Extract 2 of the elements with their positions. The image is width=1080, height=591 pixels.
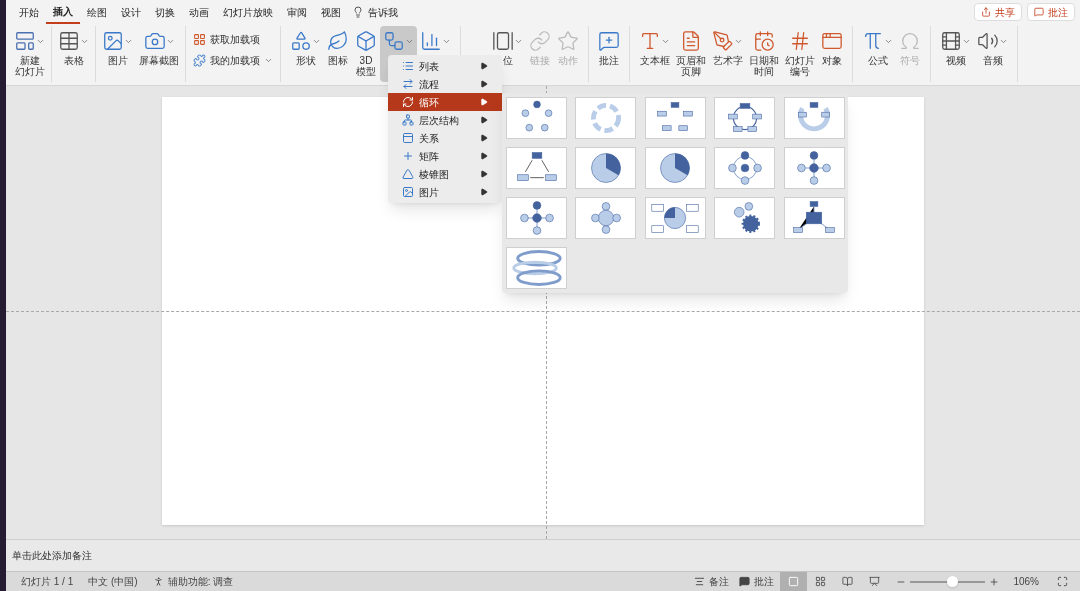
language-label: 中文 (中国): [88, 575, 138, 589]
slide-counter: 幻灯片 1 / 1: [21, 575, 74, 589]
